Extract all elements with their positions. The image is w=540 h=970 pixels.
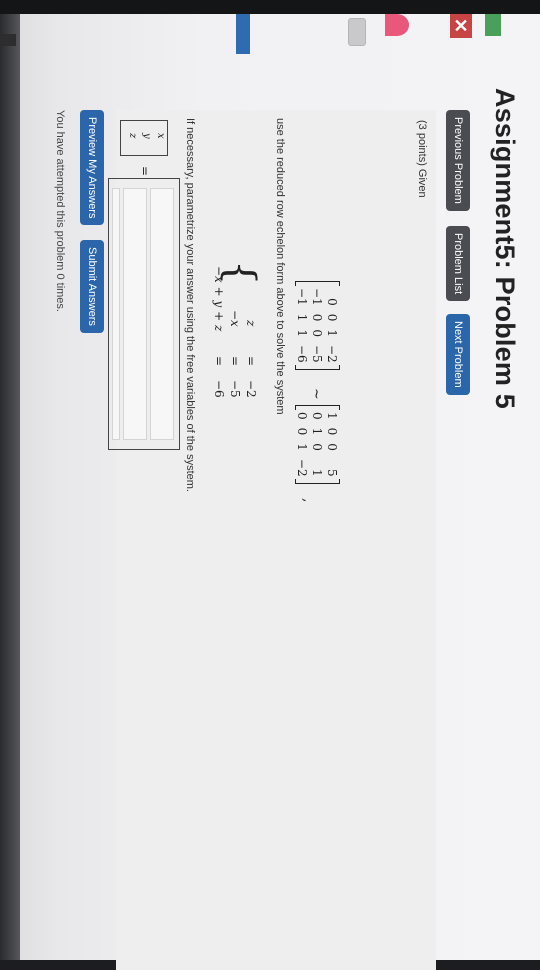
matrix-a-cell: −6: [295, 344, 310, 363]
monitor-bezel: [0, 0, 540, 14]
matrix-a-cell: 1: [295, 313, 310, 322]
vector-y: y: [141, 133, 152, 139]
matrix-a-cell: 0: [310, 313, 325, 322]
matrix-a-cell: −5: [310, 344, 325, 363]
system-lhs: z: [244, 320, 258, 327]
screen: ✕ Assignment5: Problem 5 Previous Proble…: [0, 14, 540, 970]
webwork-page: Assignment5: Problem 5 Previous Problem …: [0, 14, 540, 970]
attempts-text: You have attempted this problem 0 times.: [54, 110, 66, 312]
answer-field-z[interactable]: [112, 188, 120, 440]
system-brace: {: [217, 260, 263, 286]
matrix-a-cell: 0: [325, 298, 340, 306]
matrix-b: 1005 0101 0 0 1 −2: [295, 405, 340, 484]
parametrize-text: If necessary, parametrize your answer us…: [184, 118, 196, 492]
matrix-b-cell: 0: [325, 427, 340, 436]
row-equivalent-symbol: ~: [308, 388, 324, 400]
answer-field-y[interactable]: [123, 188, 147, 440]
matrix-b-cell: 1: [310, 468, 325, 477]
previous-problem-button[interactable]: Previous Problem: [446, 110, 470, 211]
system-lhs: −x: [228, 310, 242, 327]
matrix-b-cell: 1: [295, 443, 310, 451]
system-equals: =: [212, 356, 226, 367]
vector-x: x: [155, 133, 166, 139]
matrix-b-cell: 0: [325, 443, 340, 451]
page-title: Assignment5: Problem 5: [490, 88, 520, 409]
matrix-a-cell: 1: [325, 329, 340, 337]
vector-equals: =: [138, 166, 152, 177]
matrix-b-cell: 0: [295, 412, 310, 420]
vector-z: z: [127, 133, 138, 139]
matrix-b-cell: 0: [310, 412, 325, 420]
matrix-a-cell: 0: [325, 313, 340, 322]
system-equals: =: [228, 356, 242, 367]
next-problem-button[interactable]: Next Problem: [446, 314, 470, 395]
matrix-b-cell: 0: [310, 443, 325, 451]
matrix-b-cell: 5: [325, 468, 340, 477]
system-rhs: −5: [228, 380, 242, 398]
matrix-b-cell: 1: [310, 427, 325, 436]
system-lhs: −x + y + z: [212, 266, 226, 332]
system-equals: =: [244, 356, 258, 367]
matrix-a-cell: 0: [310, 329, 325, 337]
matrix-a: 0 0 1 −2 −1 0 0 −5 −1 1 1 −6: [295, 281, 340, 370]
matrix-b-cell: 1: [325, 412, 340, 420]
matrix-a-cell: −1: [295, 288, 310, 306]
matrix-a-cell: −2: [325, 344, 340, 363]
instruction-text: use the reduced row echelon form above t…: [274, 118, 286, 415]
matrix-a-cell: 1: [295, 329, 310, 337]
problem-list-button[interactable]: Problem List: [446, 226, 470, 302]
matrix-a-cell: −1: [310, 288, 325, 306]
system-rhs: −6: [212, 380, 226, 398]
matrix-b-cell: −2: [295, 458, 310, 477]
points-label: (3 points) Given: [416, 120, 428, 198]
matrix-comma: ,: [300, 498, 316, 503]
matrix-b-cell: 0: [295, 427, 310, 436]
problem-pane: (3 points) Given 0 0 1 −2 −1 0 0 −5 −1 1 1 −6 ~ 1…: [108, 110, 436, 970]
answer-field-x[interactable]: [150, 188, 174, 440]
submit-answers-button[interactable]: Submit Answers: [80, 240, 104, 333]
preview-answers-button[interactable]: Preview My Answers: [80, 110, 104, 226]
system-rhs: −2: [244, 380, 258, 398]
